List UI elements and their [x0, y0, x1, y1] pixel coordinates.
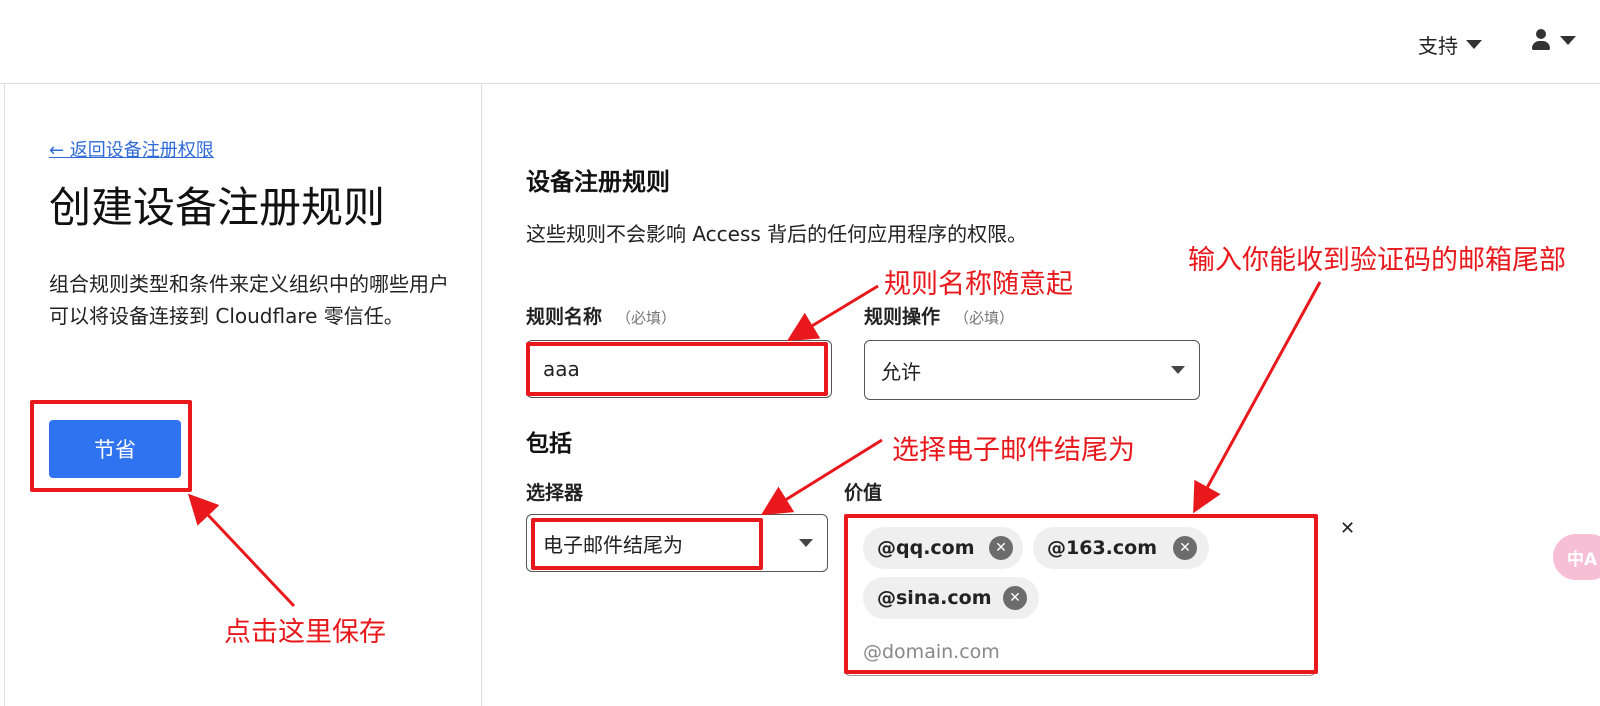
include-title: 包括 [526, 431, 572, 457]
translate-button[interactable]: 中A [1553, 534, 1600, 580]
chevron-down-icon [1466, 40, 1482, 49]
rule-name-label-text: 规则名称 [526, 306, 603, 328]
value-chip: @163.com ✕ [1033, 527, 1209, 569]
support-label: 支持 [1418, 34, 1458, 58]
annotation-selector: 选择电子邮件结尾为 [892, 435, 1135, 466]
user-menu[interactable] [1530, 28, 1576, 52]
close-icon[interactable]: ✕ [1173, 536, 1197, 560]
chip-label: @163.com [1047, 537, 1157, 559]
selector-value: 电子邮件结尾为 [543, 532, 683, 557]
chevron-down-icon [1560, 35, 1576, 45]
value-chip: @qq.com ✕ [863, 527, 1023, 569]
rule-action-label: 规则操作 （必填） [864, 302, 1014, 329]
required-hint: （必填） [954, 309, 1015, 327]
section-title: 设备注册规则 [526, 168, 670, 196]
value-placeholder: @domain.com [863, 641, 1000, 663]
rule-action-value: 允许 [881, 359, 921, 384]
chip-label: @sina.com [877, 587, 992, 609]
translate-icon: 中A [1567, 549, 1598, 570]
close-icon[interactable]: ✕ [989, 536, 1013, 560]
rule-action-select[interactable]: 允许 [864, 340, 1200, 400]
chevron-down-icon [1171, 366, 1185, 374]
user-icon [1530, 28, 1552, 52]
close-icon[interactable]: ✕ [1003, 586, 1027, 610]
value-input[interactable]: @qq.com ✕ @163.com ✕ @sina.com ✕ @domain… [844, 516, 1316, 676]
rule-name-value: aaa [543, 357, 580, 381]
annotation-rule-name: 规则名称随意起 [884, 269, 1073, 300]
rule-name-input[interactable]: aaa [526, 340, 832, 398]
support-menu[interactable]: 支持 [1418, 30, 1482, 59]
annotation-value: 输入你能收到验证码的邮箱尾部 [1188, 245, 1566, 276]
chevron-down-icon [799, 539, 813, 547]
selector-label: 选择器 [526, 482, 584, 504]
value-label: 价值 [844, 482, 883, 504]
remove-condition-icon[interactable]: ✕ [1340, 518, 1355, 539]
page-description: 组合规则类型和条件来定义组织中的哪些用户可以将设备连接到 Cloudflare … [49, 272, 449, 328]
value-chip: @sina.com ✕ [863, 577, 1039, 619]
top-bar: 支持 [0, 0, 1600, 84]
selector-select[interactable]: 电子邮件结尾为 [526, 514, 828, 572]
rule-name-label: 规则名称 （必填） [526, 302, 676, 329]
annotation-save: 点击这里保存 [224, 617, 386, 648]
required-hint: （必填） [616, 309, 677, 327]
chip-label: @qq.com [877, 537, 975, 559]
page-title: 创建设备注册规则 [49, 183, 386, 232]
save-button[interactable]: 节省 [49, 420, 181, 478]
rule-action-label-text: 规则操作 [864, 306, 941, 328]
section-description: 这些规则不会影响 Access 背后的任何应用程序的权限。 [526, 222, 1028, 246]
back-link[interactable]: ← 返回设备注册权限 [49, 136, 214, 162]
